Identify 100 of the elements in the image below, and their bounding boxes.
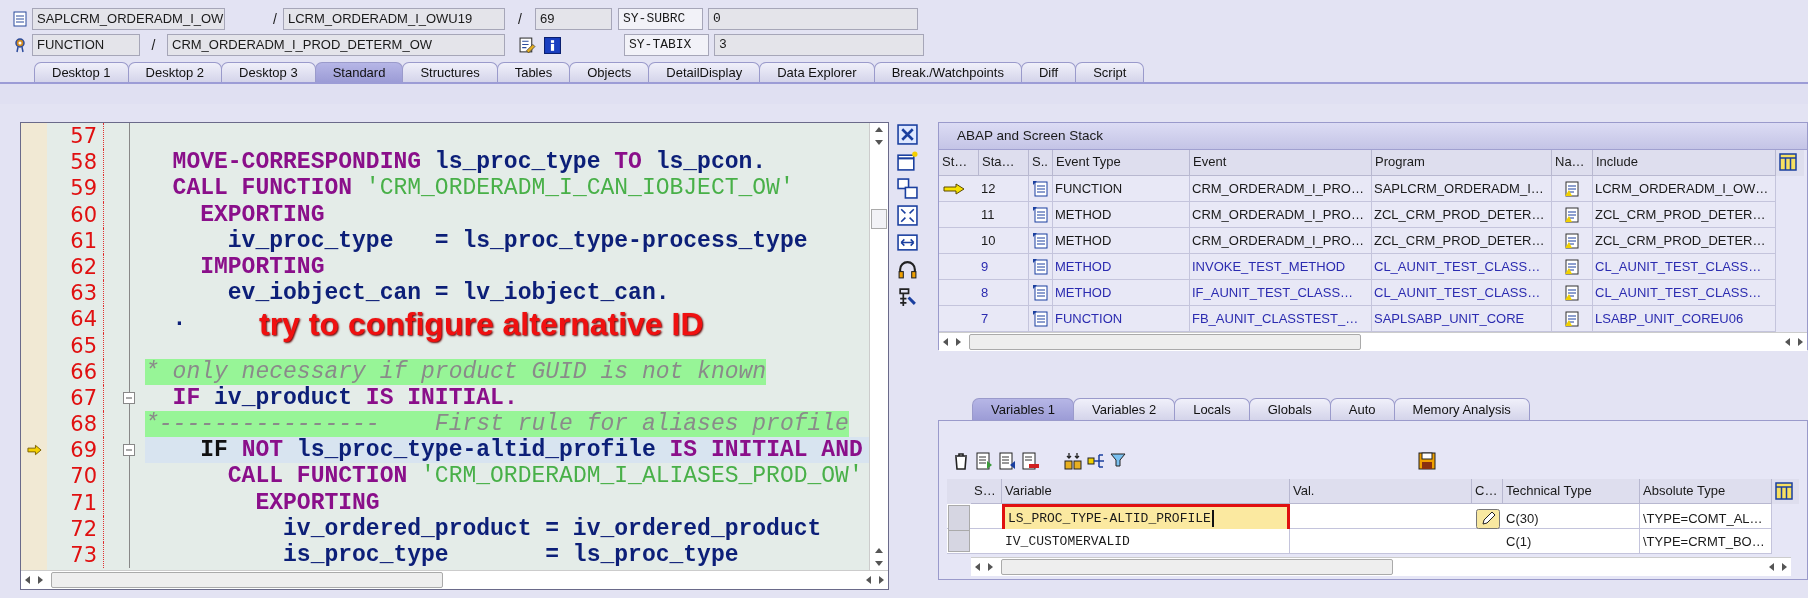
list-icon[interactable] [1021,452,1039,470]
tab[interactable]: Variables 1 [972,398,1075,420]
column-header[interactable]: Program [1372,150,1552,176]
document-icon[interactable] [1564,258,1580,275]
column-header[interactable]: S.. [1029,150,1053,176]
table-row[interactable]: LS_PROC_TYPE-ALTID_PROFILE C(30) \TYPE=COMT_AL… [947,504,1772,529]
line-number: 61 [47,227,104,254]
column-header[interactable]: Na… [1552,150,1593,176]
tab[interactable]: Locals [1174,398,1250,420]
trash-icon[interactable] [952,452,970,470]
tab[interactable]: DetailDisplay [648,62,761,82]
column-header[interactable]: S… [971,479,1002,504]
tab[interactable]: Auto [1329,398,1395,420]
collapse-icon[interactable] [123,391,135,404]
windows-icon[interactable] [896,178,918,199]
horizontal-scrollbar[interactable] [971,557,1791,576]
tools-icon[interactable] [896,286,918,307]
new-window-icon[interactable] [896,151,918,172]
column-header[interactable]: Sta… [979,150,1029,176]
table-row[interactable]: 11 METHOD CRM_ORDERADM_I_PRO… ZCL_CRM_PROD_DETER… ZCL_CRM_PROD_DETER… [939,202,1776,228]
table-cell: \TYPE=CRMT_BO… [1640,529,1772,553]
column-header[interactable]: Variable [1002,479,1290,504]
table-row[interactable]: 10 METHOD CRM_ORDERADM_I_PRO… ZCL_CRM_PROD_DETER… ZCL_CRM_PROD_DETER… [939,228,1776,254]
horizontal-scrollbar[interactable] [21,570,888,589]
boxes-icon[interactable] [1064,452,1082,470]
tab[interactable]: Diff [1020,62,1077,82]
tab[interactable]: Script [1075,62,1145,82]
table-cell: METHOD [1053,228,1190,253]
document-icon[interactable] [1564,206,1580,223]
tab[interactable]: Objects [569,62,650,82]
column-settings-icon[interactable] [1779,153,1797,171]
close-icon[interactable] [896,124,918,145]
line-number: 57 [47,123,104,150]
table-cell: LCRM_ORDERADM_I_OW… [1593,176,1776,201]
filter-icon[interactable] [1110,452,1128,470]
document-icon[interactable] [1564,284,1580,301]
table-row[interactable]: 12 FUNCTION CRM_ORDERADM_I_PRO… SAPLCRM_ORDERADM_I… LCRM_ORDERADM_I_OW… [939,176,1776,202]
vertical-scrollbar[interactable] [869,123,888,570]
table-cell: METHOD [1053,202,1190,227]
table-row[interactable]: 9 METHOD INVOKE_TEST_METHOD CL_AUNIT_TEST_CLASS… CL_AUNIT_TEST_CLASS… [939,254,1776,280]
table-cell: 9 [979,254,1029,279]
document-icon[interactable] [1564,232,1580,249]
code-line: . [171,306,187,333]
table-cell: 7 [979,306,1029,331]
table-row[interactable]: IV_CUSTOMERVALID C(1) \TYPE=CRMT_BO… [947,529,1772,554]
collapse-icon[interactable] [123,444,135,457]
tab[interactable]: Structures [402,62,498,82]
code-line: CALL FUNCTION 'CRM_ORDERADM_I_CAN_IOBJECT_OW' [171,175,794,202]
tab[interactable]: Tables [496,62,571,82]
code-line: CALL FUNCTION 'CRM_ORDERADM_I_ALIASES_PROD_OW' [226,463,863,490]
tab[interactable]: Standard [314,62,404,82]
line-number: 70 [47,463,104,490]
headset-icon[interactable] [896,259,918,280]
include-field: LCRM_ORDERADM_I_OWU19 [283,8,505,30]
list-icon[interactable] [998,452,1016,470]
variable-field[interactable]: IV_CUSTOMERVALID [1002,529,1290,553]
column-header[interactable]: Event Type [1053,150,1190,176]
table-cell: CL_AUNIT_TEST_CLASS… [1593,254,1776,279]
column-header[interactable]: Technical Type [1503,479,1640,504]
column-header[interactable]: Absolute Type [1640,479,1772,504]
tab[interactable]: Break./Watchpoints [873,62,1022,82]
column-header[interactable]: C… [1472,479,1503,504]
document-icon [12,11,28,27]
table-row[interactable]: 7 FUNCTION FB_AUNIT_CLASSTEST_… SAPLSABP_UNIT_CORE LSABP_UNIT_COREU06 [939,306,1776,332]
table-cell: METHOD [1053,280,1190,305]
column-header[interactable]: Val. [1290,479,1472,504]
line-number: 72 [47,515,104,542]
column-header[interactable]: Event [1190,150,1372,176]
tab[interactable]: Globals [1248,398,1331,420]
tab[interactable]: Desktop 3 [221,62,316,82]
document-icon[interactable] [1564,180,1580,197]
table-row[interactable]: 8 METHOD IF_AUNIT_TEST_CLASS… CL_AUNIT_TEST_CLASS… CL_AUNIT_TEST_CLASS… [939,280,1776,306]
table-cell: FUNCTION [1053,306,1190,331]
line-number: 68 [47,411,104,438]
line-number: 63 [47,280,104,307]
tab[interactable]: Desktop 2 [127,62,223,82]
code-line: EXPORTING [199,201,325,228]
table-cell: METHOD [1053,254,1190,279]
width-icon[interactable] [896,232,918,253]
column-settings-icon[interactable] [1775,482,1793,500]
document-icon [1032,310,1049,327]
tree-icon[interactable] [1087,452,1105,470]
tab[interactable]: Variables 2 [1073,398,1176,420]
line-number: 59 [47,175,104,202]
line-number: 73 [47,542,104,569]
tab[interactable]: Data Explorer [759,62,875,82]
save-icon[interactable] [1418,452,1436,470]
edit-document-icon[interactable] [519,36,536,54]
document-icon[interactable] [1564,310,1580,327]
column-header[interactable]: Include [1593,150,1776,176]
tab[interactable]: Desktop 1 [34,62,129,82]
code-line: is_proc_type = ls_proc_type [282,542,739,568]
fullscreen-icon[interactable] [896,205,918,226]
column-header[interactable]: St… [939,150,979,176]
info-icon[interactable] [544,36,561,54]
pencil-icon[interactable] [1475,508,1500,529]
tab[interactable]: Memory Analysis [1393,398,1530,420]
line-number: 66 [47,358,104,385]
horizontal-scrollbar[interactable] [939,332,1807,351]
code-line: iv_ordered_product = iv_ordered_product [282,515,822,542]
